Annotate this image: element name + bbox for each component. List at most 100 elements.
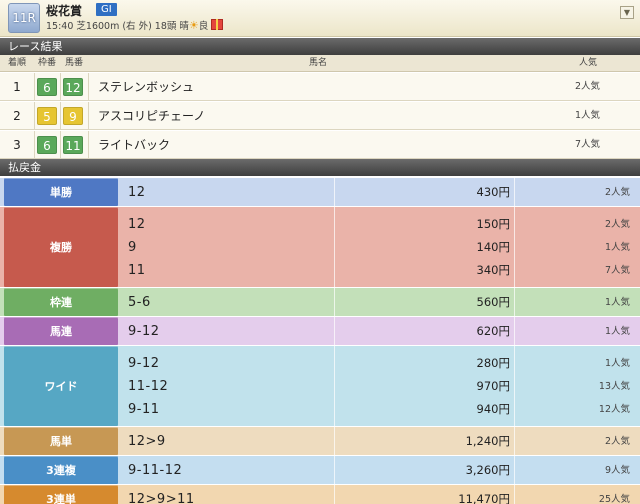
payout-label: 複勝 bbox=[4, 207, 118, 287]
payout-line: 9-12 280円 1人気 bbox=[118, 352, 640, 375]
grade-badge: GI bbox=[96, 3, 117, 16]
payout-line: 12 150円 2人気 bbox=[118, 213, 640, 236]
payout-popularity: 9人気 bbox=[604, 465, 630, 476]
payout-popularity: 1人気 bbox=[604, 297, 630, 308]
payout-line: 9 140円 1人気 bbox=[118, 236, 640, 259]
horse-name[interactable]: ライトバック bbox=[98, 131, 170, 159]
payout-amount: 1,240円 bbox=[465, 434, 510, 448]
track-condition: 良 bbox=[198, 21, 209, 32]
payout-line: 11-12 970円 13人気 bbox=[118, 375, 640, 398]
waku-badge: 6 bbox=[37, 136, 57, 154]
payout-row: ワイド 9-12 280円 1人気 11-12 970円 13人気 9-11 940円 12人気 bbox=[0, 346, 640, 427]
cell-divider bbox=[88, 131, 89, 159]
payout-combination: 11-12 bbox=[128, 379, 169, 394]
payout-combination: 9-11-12 bbox=[128, 463, 183, 478]
race-header: 11R 桜花賞 GI 15:40 芝1600m (右 外) 18頭 晴☀良 ▼ bbox=[0, 0, 640, 37]
payout-label: 馬単 bbox=[4, 427, 118, 455]
payout-combination: 12 bbox=[128, 217, 146, 232]
payout-amount: 140円 bbox=[476, 240, 510, 254]
payout-line: 9-12 620円 1人気 bbox=[118, 320, 640, 343]
payout-amount: 940円 bbox=[476, 402, 510, 416]
payout-combination: 9 bbox=[128, 240, 137, 255]
cell-divider bbox=[60, 102, 61, 130]
payout-amount: 430円 bbox=[476, 185, 510, 199]
payout-row: 複勝 12 150円 2人気 9 140円 1人気 11 340円 7人気 bbox=[0, 207, 640, 288]
result-row: 2 5 9 アスコリピチェーノ 1人気 bbox=[0, 102, 640, 130]
result-popularity: 7人気 bbox=[574, 139, 600, 150]
payout-body: 12>9 1,240円 2人気 bbox=[118, 427, 640, 456]
sun-icon: ☀ bbox=[188, 19, 199, 32]
race-number-badge: 11R bbox=[8, 3, 40, 33]
payout-popularity: 2人気 bbox=[604, 436, 630, 447]
payout-popularity: 25人気 bbox=[598, 494, 630, 504]
chevron-down-icon[interactable]: ▼ bbox=[620, 6, 634, 19]
col-horse: 馬名 bbox=[308, 58, 327, 68]
cell-divider bbox=[34, 131, 35, 159]
result-row: 3 6 11 ライトバック 7人気 bbox=[0, 131, 640, 159]
payout-popularity: 13人気 bbox=[598, 381, 630, 392]
payout-label: 3連複 bbox=[4, 456, 118, 484]
umaban-badge: 11 bbox=[63, 136, 83, 154]
result-rank: 1 bbox=[13, 80, 21, 94]
payout-combination: 12>9>11 bbox=[128, 492, 195, 504]
payout-amount: 560円 bbox=[476, 295, 510, 309]
payout-amount: 150円 bbox=[476, 217, 510, 231]
results-table-header: 着順 枠番 馬番 馬名 人気 bbox=[0, 55, 640, 72]
result-rank: 2 bbox=[13, 109, 21, 123]
payout-combination: 5-6 bbox=[128, 295, 151, 310]
race-info: 15:40 芝1600m (右 外) 18頭 晴☀良 bbox=[46, 18, 224, 32]
payout-amount: 970円 bbox=[476, 379, 510, 393]
umaban-badge: 12 bbox=[63, 78, 83, 96]
col-umaban: 馬番 bbox=[64, 58, 83, 68]
payout-row: 3連複 9-11-12 3,260円 9人気 bbox=[0, 456, 640, 485]
payout-line: 12>9>11 11,470円 25人気 bbox=[118, 488, 640, 504]
payout-body: 12>9>11 11,470円 25人気 bbox=[118, 485, 640, 504]
payout-popularity: 12人気 bbox=[598, 404, 630, 415]
race-name: 桜花賞 bbox=[46, 4, 83, 18]
results-section-title: レース結果 bbox=[0, 38, 640, 55]
result-popularity: 1人気 bbox=[574, 110, 600, 121]
payout-combination: 12 bbox=[128, 185, 146, 200]
col-popularity: 人気 bbox=[578, 58, 597, 68]
payout-row: 枠連 5-6 560円 1人気 bbox=[0, 288, 640, 317]
payout-amount: 280円 bbox=[476, 356, 510, 370]
payout-line: 9-11 940円 12人気 bbox=[118, 398, 640, 421]
payout-row: 3連単 12>9>11 11,470円 25人気 bbox=[0, 485, 640, 504]
umaban-badge: 9 bbox=[63, 107, 83, 125]
payout-body: 9-12 620円 1人気 bbox=[118, 317, 640, 346]
payout-body: 9-12 280円 1人気 11-12 970円 13人気 9-11 940円 12人気 bbox=[118, 346, 640, 427]
payout-popularity: 1人気 bbox=[604, 326, 630, 337]
payout-line: 5-6 560円 1人気 bbox=[118, 291, 640, 314]
col-rank: 着順 bbox=[7, 58, 26, 68]
race-details: 15:40 芝1600m (右 外) 18頭 晴 bbox=[46, 21, 189, 32]
payout-combination: 12>9 bbox=[128, 434, 166, 449]
cell-divider bbox=[88, 73, 89, 101]
payout-row: 馬単 12>9 1,240円 2人気 bbox=[0, 427, 640, 456]
horse-name[interactable]: アスコリピチェーノ bbox=[98, 102, 205, 130]
payout-popularity: 1人気 bbox=[604, 242, 630, 253]
payout-line: 12>9 1,240円 2人気 bbox=[118, 430, 640, 453]
payout-label: ワイド bbox=[4, 346, 118, 426]
payout-popularity: 2人気 bbox=[604, 219, 630, 230]
horse-name[interactable]: ステレンボッシュ bbox=[98, 73, 194, 101]
waku-badge: 6 bbox=[37, 78, 57, 96]
payout-line: 11 340円 7人気 bbox=[118, 259, 640, 282]
result-popularity: 2人気 bbox=[574, 81, 600, 92]
payout-amount: 340円 bbox=[476, 263, 510, 277]
payout-row: 馬連 9-12 620円 1人気 bbox=[0, 317, 640, 346]
payout-label: 3連単 bbox=[4, 485, 118, 504]
payout-label: 枠連 bbox=[4, 288, 118, 316]
payout-row: 単勝 12 430円 2人気 bbox=[0, 178, 640, 207]
cell-divider bbox=[34, 73, 35, 101]
payout-section-title: 払戻金 bbox=[0, 159, 640, 176]
payout-body: 5-6 560円 1人気 bbox=[118, 288, 640, 317]
payout-popularity: 7人気 bbox=[604, 265, 630, 276]
payout-amount: 11,470円 bbox=[458, 492, 510, 504]
payout-popularity: 2人気 bbox=[604, 187, 630, 198]
payout-combination: 11 bbox=[128, 263, 146, 278]
col-waku: 枠番 bbox=[37, 58, 56, 68]
result-row: 1 6 12 ステレンボッシュ 2人気 bbox=[0, 73, 640, 101]
payout-label: 単勝 bbox=[4, 178, 118, 206]
payout-label: 馬連 bbox=[4, 317, 118, 345]
gift-icon[interactable] bbox=[211, 19, 224, 30]
